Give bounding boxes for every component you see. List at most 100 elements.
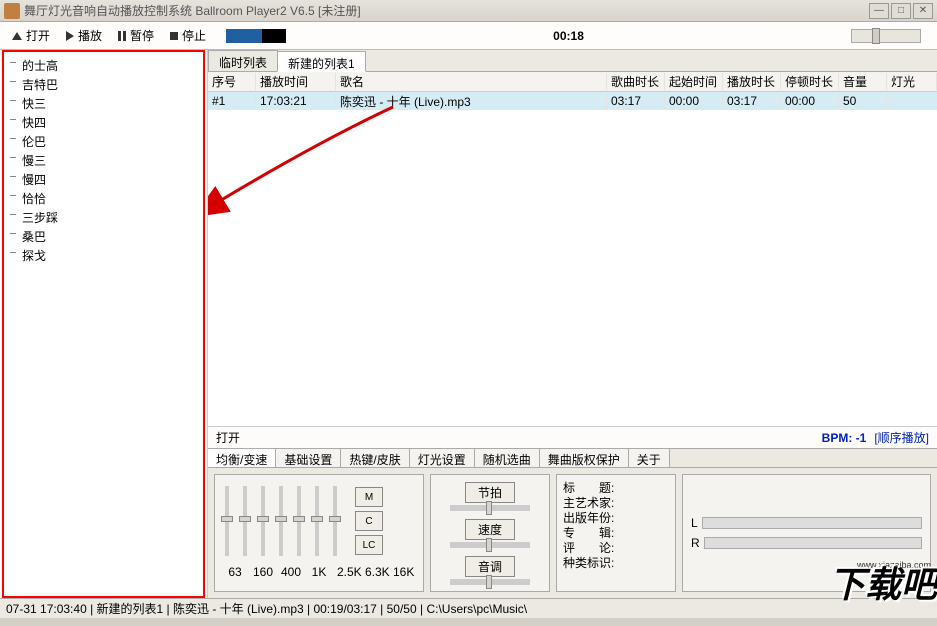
pitch-slider[interactable] — [450, 579, 530, 585]
play-order[interactable]: [顺序播放] — [874, 429, 929, 446]
tree-item[interactable]: 伦巴 — [8, 132, 199, 151]
bpm-display: BPM: -1 — [822, 431, 867, 445]
eq-slider[interactable] — [333, 486, 337, 556]
col-play-time[interactable]: 播放时间 — [256, 73, 336, 90]
meta-genre: 种类标识: — [563, 556, 669, 571]
metadata-box: 标 题: 主艺术家: 出版年份: 专 辑: 评 论: 种类标识: — [556, 474, 676, 592]
settings-tab[interactable]: 关于 — [629, 449, 670, 467]
right-pane: 临时列表 新建的列表1 序号 播放时间 歌名 歌曲时长 起始时间 播放时长 停顿… — [207, 50, 937, 598]
eq-m-button[interactable]: M — [355, 487, 383, 507]
eq-slider[interactable] — [279, 486, 283, 556]
tab-new-list-1[interactable]: 新建的列表1 — [277, 51, 366, 72]
pause-icon — [118, 31, 126, 41]
speed-label[interactable]: 速度 — [465, 519, 515, 540]
cell-ptime: 17:03:21 — [256, 94, 336, 108]
category-sidebar: 的士高吉特巴快三快四伦巴慢三慢四恰恰三步踩桑巴探戈 — [2, 50, 205, 598]
slider-thumb[interactable] — [486, 501, 492, 515]
eq-freq-label: 1K — [309, 565, 329, 579]
tree-item[interactable]: 吉特巴 — [8, 75, 199, 94]
eq-labels: 631604001K2.5K6.3K16K — [225, 565, 413, 579]
col-light[interactable]: 灯光 — [887, 73, 937, 90]
tree-item[interactable]: 快四 — [8, 113, 199, 132]
settings-tab[interactable]: 热键/皮肤 — [341, 449, 409, 467]
tab-temp-list[interactable]: 临时列表 — [208, 50, 278, 71]
open-button[interactable]: 打开 — [6, 25, 56, 46]
eq-freq-label: 400 — [281, 565, 301, 579]
eq-slider[interactable] — [315, 486, 319, 556]
cell-slen: 03:17 — [607, 94, 665, 108]
playlist-row[interactable]: #1 17:03:21 陈奕迅 - 十年 (Live).mp3 03:17 00… — [208, 92, 937, 110]
eq-slider[interactable] — [225, 486, 229, 556]
window-title: 舞厅灯光音响自动播放控制系统 Ballroom Player2 V6.5 [未注… — [24, 2, 869, 19]
tree-item[interactable]: 恰恰 — [8, 189, 199, 208]
close-button[interactable]: ✕ — [913, 3, 933, 19]
slider-thumb[interactable] — [486, 538, 492, 552]
tree-item[interactable]: 桑巴 — [8, 227, 199, 246]
eq-freq-label: 160 — [253, 565, 273, 579]
settings-tab[interactable]: 灯光设置 — [410, 449, 475, 467]
info-row: 打开 BPM: -1 [顺序播放] — [208, 426, 937, 448]
volume-slider[interactable] — [851, 29, 921, 43]
pause-label: 暂停 — [130, 27, 154, 44]
left-channel-label: L — [691, 516, 698, 530]
col-pause-length[interactable]: 停顿时长 — [781, 73, 839, 90]
open-icon — [12, 32, 22, 40]
tree-item[interactable]: 慢三 — [8, 151, 199, 170]
beat-label[interactable]: 节拍 — [465, 482, 515, 503]
col-volume[interactable]: 音量 — [839, 73, 887, 90]
tree-item[interactable]: 三步踩 — [8, 208, 199, 227]
col-num[interactable]: 序号 — [208, 73, 256, 90]
tree-item[interactable]: 的士高 — [8, 56, 199, 75]
settings-tabs: 均衡/变速基础设置热键/皮肤灯光设置随机选曲舞曲版权保护关于 — [208, 448, 937, 468]
settings-tab[interactable]: 舞曲版权保护 — [540, 449, 629, 467]
settings-tab[interactable]: 基础设置 — [276, 449, 341, 467]
progress-bar[interactable] — [226, 29, 286, 43]
tree-item[interactable]: 快三 — [8, 94, 199, 113]
pitch-label[interactable]: 音调 — [465, 556, 515, 577]
right-level-bar — [704, 537, 922, 549]
right-channel-label: R — [691, 536, 700, 550]
app-icon — [4, 3, 20, 19]
col-song-length[interactable]: 歌曲时长 — [607, 73, 665, 90]
meta-comment: 评 论: — [563, 541, 669, 556]
col-name[interactable]: 歌名 — [336, 73, 607, 90]
maximize-button[interactable]: □ — [891, 3, 911, 19]
meta-title: 标 题: — [563, 481, 669, 496]
volume-thumb[interactable] — [872, 28, 880, 44]
toolbar: 打开 播放 暂停 停止 00:18 — [0, 22, 937, 50]
tree-item[interactable]: 慢四 — [8, 170, 199, 189]
eq-slider[interactable] — [297, 486, 301, 556]
eq-slider[interactable] — [261, 486, 265, 556]
playlist: 序号 播放时间 歌名 歌曲时长 起始时间 播放时长 停顿时长 音量 灯光 #1 … — [208, 72, 937, 426]
time-display: 00:18 — [290, 29, 847, 43]
col-start-time[interactable]: 起始时间 — [665, 73, 723, 90]
eq-c-button[interactable]: C — [355, 511, 383, 531]
main-area: 的士高吉特巴快三快四伦巴慢三慢四恰恰三步踩桑巴探戈 临时列表 新建的列表1 序号… — [0, 50, 937, 598]
speed-slider[interactable] — [450, 542, 530, 548]
titlebar: 舞厅灯光音响自动播放控制系统 Ballroom Player2 V6.5 [未注… — [0, 0, 937, 22]
eq-sliders: M C LC — [225, 481, 413, 561]
minimize-button[interactable]: — — [869, 3, 889, 19]
tree-item[interactable]: 探戈 — [8, 246, 199, 265]
info-left: 打开 — [216, 429, 822, 446]
meta-album: 专 辑: — [563, 526, 669, 541]
slider-thumb[interactable] — [486, 575, 492, 589]
cell-num: #1 — [208, 94, 256, 108]
stop-button[interactable]: 停止 — [164, 25, 212, 46]
play-icon — [66, 31, 74, 41]
play-button[interactable]: 播放 — [60, 25, 108, 46]
stop-label: 停止 — [182, 27, 206, 44]
eq-lc-button[interactable]: LC — [355, 535, 383, 555]
cell-start: 00:00 — [665, 94, 723, 108]
playlist-tabs: 临时列表 新建的列表1 — [208, 50, 937, 72]
settings-tab[interactable]: 随机选曲 — [475, 449, 540, 467]
cell-plen: 03:17 — [723, 94, 781, 108]
eq-slider[interactable] — [243, 486, 247, 556]
equalizer-box: M C LC 631604001K2.5K6.3K16K — [214, 474, 424, 592]
col-play-length[interactable]: 播放时长 — [723, 73, 781, 90]
pause-button[interactable]: 暂停 — [112, 25, 160, 46]
level-meter-box: L R — [682, 474, 931, 592]
bottom-panel: M C LC 631604001K2.5K6.3K16K 节拍 速度 音调 标 … — [208, 468, 937, 598]
beat-slider[interactable] — [450, 505, 530, 511]
settings-tab[interactable]: 均衡/变速 — [208, 449, 276, 467]
